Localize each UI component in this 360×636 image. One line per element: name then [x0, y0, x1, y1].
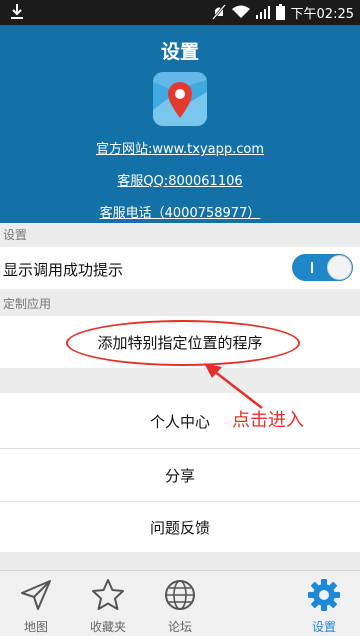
tab-settings[interactable]: 设置 — [288, 571, 360, 636]
call-success-hint-label: 显示调用成功提示 — [3, 261, 124, 279]
call-success-hint-row[interactable]: 显示调用成功提示 — [0, 247, 360, 289]
clock: 下午02:25 — [290, 6, 354, 22]
personal-center-label: 个人中心 — [149, 413, 210, 431]
share-label: 分享 — [164, 467, 195, 485]
annotation-text: 点击进入 — [232, 410, 304, 431]
tab-favorites[interactable]: 收藏夹 — [72, 571, 144, 636]
globe-icon — [165, 580, 195, 610]
battery-icon — [275, 4, 285, 20]
tab-favorites-label: 收藏夹 — [89, 620, 126, 634]
custom-apps-section-label: 定制应用 — [0, 292, 360, 316]
page-title: 设置 — [160, 41, 199, 63]
signal-icon — [255, 6, 270, 19]
app-logo-icon — [153, 72, 207, 126]
toggle-knob — [327, 255, 352, 280]
paper-plane-icon — [21, 580, 51, 610]
tab-forum[interactable]: 论坛 — [144, 571, 216, 636]
settings-header: 设置 官方网站:www.txyapp.com 客服QQ:800061106 客服… — [0, 25, 360, 223]
status-bar: 下午02:25 — [0, 0, 360, 25]
mute-icon — [211, 4, 226, 20]
website-link[interactable]: 官方网站:www.txyapp.com — [0, 138, 360, 157]
toggle-on-mark — [311, 262, 313, 273]
feedback-row[interactable]: 问题反馈 — [0, 502, 360, 552]
gear-icon — [308, 579, 340, 611]
personal-center-row[interactable]: 个人中心 — [0, 393, 360, 448]
tab-map[interactable]: 地图 — [0, 571, 72, 636]
settings-section-label: 设置 — [0, 223, 360, 247]
bottom-nav: 地图 收藏夹 论坛 设置 — [0, 570, 360, 636]
tab-map-label: 地图 — [23, 620, 48, 634]
call-success-hint-toggle[interactable] — [292, 254, 353, 281]
download-icon — [11, 4, 23, 19]
tab-settings-label: 设置 — [311, 620, 336, 634]
share-row[interactable]: 分享 — [0, 449, 360, 501]
phone-link[interactable]: 客服电话（4000758977） — [0, 202, 360, 221]
star-icon — [92, 579, 124, 610]
wifi-icon — [231, 5, 250, 18]
qq-link[interactable]: 客服QQ:800061106 — [0, 170, 360, 189]
tab-forum-label: 论坛 — [167, 620, 192, 634]
feedback-label: 问题反馈 — [149, 519, 210, 537]
